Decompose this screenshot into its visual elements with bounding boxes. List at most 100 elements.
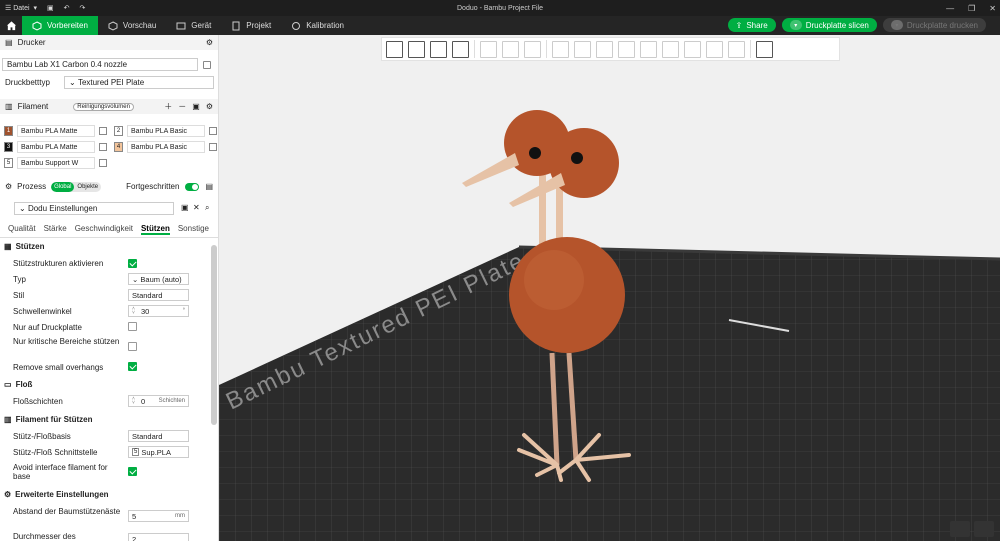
- advanced-toggle[interactable]: [185, 182, 200, 191]
- filament-name[interactable]: Bambu PLA Matte: [17, 125, 95, 137]
- raft-layers-input[interactable]: ˄ ˅ 0 Schichten: [128, 395, 189, 407]
- add-plate-icon[interactable]: [408, 40, 425, 58]
- filament-item[interactable]: 3 Bambu PLA Matte: [4, 141, 107, 153]
- process-preset-select[interactable]: ⌄ Dodu Einstellungen: [14, 202, 174, 215]
- filament-color-swatch[interactable]: 4: [114, 142, 123, 152]
- edit-icon[interactable]: [99, 159, 107, 167]
- support-interface-select[interactable]: 5 Sup.PLA: [128, 446, 189, 458]
- edit-icon[interactable]: [99, 143, 107, 151]
- split-objects-icon[interactable]: [480, 40, 497, 58]
- tab-strength[interactable]: Stärke: [44, 224, 67, 235]
- threshold-angle-input[interactable]: ˄ ˅ 30 °: [128, 305, 189, 317]
- tab-geraet[interactable]: Gerät: [166, 16, 221, 35]
- edit-icon[interactable]: [209, 143, 217, 151]
- maximize-icon[interactable]: ❐: [968, 4, 975, 13]
- support-type-select[interactable]: ⌄ Baum (auto): [128, 273, 189, 285]
- global-option[interactable]: Global: [51, 181, 75, 192]
- chevron-down-icon[interactable]: ▾: [890, 20, 903, 30]
- redo-icon[interactable]: ↷: [74, 0, 90, 16]
- tab-projekt[interactable]: Projekt: [221, 16, 281, 35]
- filament-item[interactable]: 1 Bambu PLA Matte: [4, 125, 107, 137]
- branch-distance-input[interactable]: 5 mm: [128, 510, 189, 522]
- branch-diameter-input[interactable]: 2: [128, 533, 189, 541]
- tab-others[interactable]: Sonstige: [178, 224, 209, 235]
- undo-icon[interactable]: ↶: [59, 0, 75, 16]
- seam-paint-icon[interactable]: [706, 40, 723, 58]
- filament-item[interactable]: 2 Bambu PLA Basic: [114, 125, 217, 137]
- color-paint-icon[interactable]: [728, 40, 745, 58]
- stepper-icon[interactable]: ˄ ˅: [132, 307, 138, 316]
- split-parts-icon[interactable]: [502, 40, 519, 58]
- assembly-view-icon[interactable]: [756, 40, 773, 58]
- auto-orient-icon[interactable]: [430, 40, 447, 58]
- process-subtabs: Qualität Stärke Geschwindigkeit Stützen …: [8, 224, 209, 235]
- slice-plate-button[interactable]: ▾ Druckplatte slicen: [781, 18, 877, 32]
- search-icon[interactable]: ⌕: [205, 203, 209, 213]
- tab-vorschau[interactable]: Vorschau: [98, 16, 166, 35]
- settings-gear-icon[interactable]: ⚙: [206, 102, 213, 111]
- filament-color-swatch[interactable]: 3: [4, 142, 13, 152]
- save-preset-icon[interactable]: ▣: [181, 203, 189, 212]
- home-icon[interactable]: [0, 16, 22, 35]
- chevron-down-icon[interactable]: ▾: [789, 20, 802, 30]
- edit-icon[interactable]: [99, 127, 107, 135]
- advanced-label: Fortgeschritten: [126, 182, 180, 191]
- support-style-select[interactable]: Standard: [128, 289, 189, 301]
- build-plate-only-checkbox[interactable]: [128, 322, 137, 331]
- scale-icon[interactable]: [596, 40, 613, 58]
- arrange-icon[interactable]: [452, 40, 469, 58]
- filament-color-swatch[interactable]: 5: [4, 158, 13, 168]
- minimize-icon[interactable]: —: [946, 4, 954, 13]
- tab-speed[interactable]: Geschwindigkeit: [75, 224, 133, 235]
- filament-color-swatch[interactable]: 2: [114, 126, 123, 136]
- save-icon[interactable]: ▣: [42, 0, 59, 16]
- tab-kalibration[interactable]: Kalibration: [281, 16, 354, 35]
- purge-volume-button[interactable]: Reinigungsvolumen: [73, 102, 134, 111]
- stepper-icon[interactable]: ˄ ˅: [132, 397, 138, 406]
- support-paint-icon[interactable]: [684, 40, 701, 58]
- enable-support-checkbox[interactable]: [128, 259, 137, 268]
- lay-on-face-icon[interactable]: [618, 40, 635, 58]
- edit-icon[interactable]: [209, 127, 217, 135]
- bed-type-select[interactable]: ⌄ Textured PEI Plate: [64, 76, 214, 89]
- sidebar-scrollbar[interactable]: [211, 245, 217, 425]
- lock-icon[interactable]: [950, 521, 970, 537]
- filament-name[interactable]: Bambu PLA Basic: [127, 141, 205, 153]
- scope-switch[interactable]: Global Objekte: [51, 181, 102, 192]
- filament-name[interactable]: Bambu PLA Basic: [127, 125, 205, 137]
- boolean-icon[interactable]: [662, 40, 679, 58]
- tab-vorbereiten[interactable]: Vorbereiten: [22, 16, 98, 35]
- add-icon[interactable]: ＋: [164, 101, 172, 112]
- support-icon: ▦: [4, 242, 12, 251]
- support-base-select[interactable]: Standard: [128, 430, 189, 442]
- remove-icon[interactable]: －: [178, 101, 186, 112]
- filament-name[interactable]: Bambu PLA Matte: [17, 141, 95, 153]
- tab-quality[interactable]: Qualität: [8, 224, 36, 235]
- close-icon[interactable]: ✕: [193, 203, 200, 212]
- move-icon[interactable]: [552, 40, 569, 58]
- hamburger-menu-button[interactable]: ☰ Datei ▾: [0, 0, 42, 16]
- 3d-viewport[interactable]: Bambu Textured PEI Plate: [219, 35, 1000, 541]
- sync-icon[interactable]: ▣: [192, 102, 200, 111]
- layers-icon[interactable]: [524, 40, 541, 58]
- cut-icon[interactable]: [640, 40, 657, 58]
- tab-support[interactable]: Stützen: [140, 224, 170, 235]
- print-plate-button[interactable]: ▾ Druckplatte drucken: [882, 18, 986, 32]
- remove-small-overhangs-checkbox[interactable]: [128, 362, 137, 371]
- filament-item[interactable]: 5 Bambu Support W: [4, 157, 107, 169]
- edit-icon[interactable]: [203, 61, 211, 69]
- critical-only-checkbox[interactable]: [128, 342, 137, 351]
- filament-name[interactable]: Bambu Support W: [17, 157, 95, 169]
- add-object-icon[interactable]: [386, 40, 403, 58]
- settings-gear-icon[interactable]: ⚙: [206, 38, 213, 47]
- close-icon[interactable]: ✕: [989, 4, 996, 13]
- objects-option[interactable]: Objekte: [74, 182, 101, 192]
- filament-item[interactable]: 4 Bambu PLA Basic: [114, 141, 217, 153]
- printer-select[interactable]: Bambu Lab X1 Carbon 0.4 nozzle: [2, 58, 198, 71]
- filament-color-swatch[interactable]: 1: [4, 126, 13, 136]
- plate-settings-icon[interactable]: [974, 521, 994, 537]
- compare-icon[interactable]: ▤: [205, 182, 213, 191]
- rotate-icon[interactable]: [574, 40, 591, 58]
- share-button[interactable]: ⇪ Share: [727, 18, 776, 32]
- avoid-interface-checkbox[interactable]: [128, 467, 137, 476]
